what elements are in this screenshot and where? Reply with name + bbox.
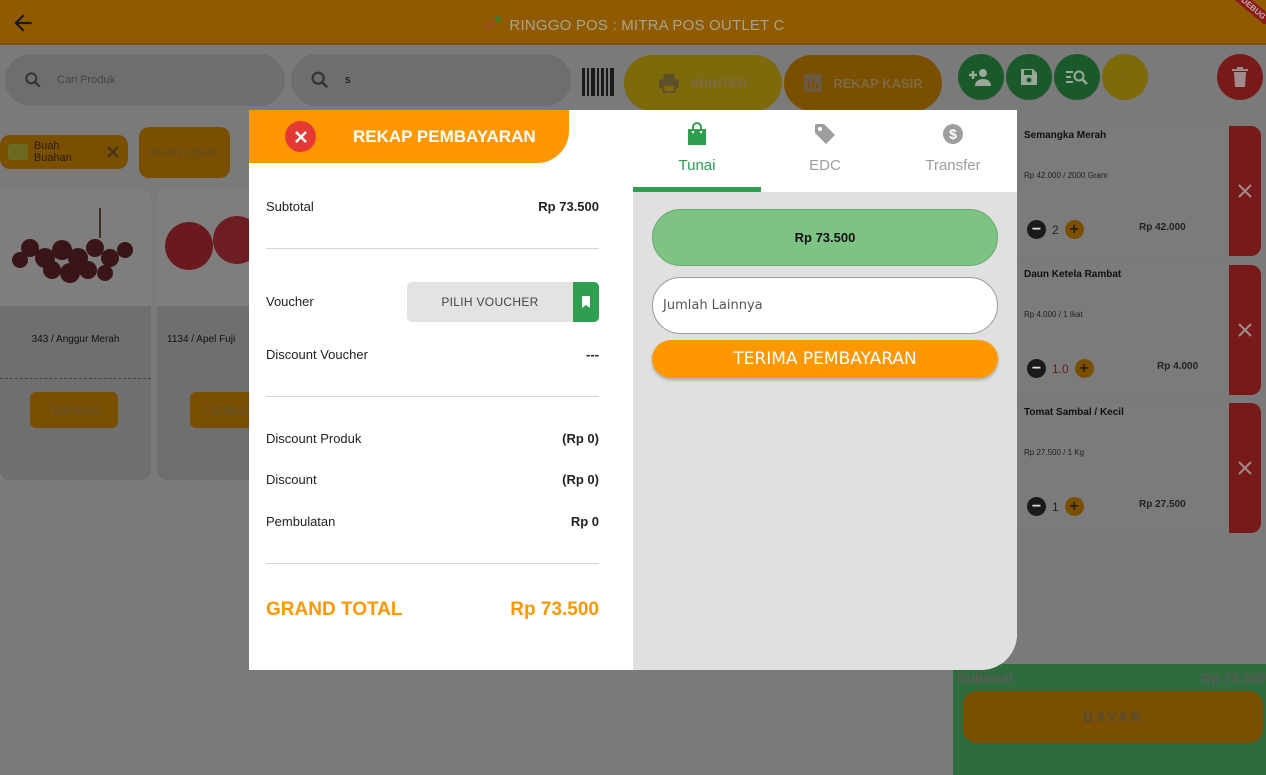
pembulatan-row: Pembulatan Rp 0 bbox=[266, 514, 599, 529]
grapes-image bbox=[12, 208, 133, 283]
category-chip-buah-lokal[interactable]: BUAH LOKAL bbox=[139, 127, 230, 178]
app-bar: RINGGO POS : MITRA POS OUTLET C DEBUG bbox=[0, 0, 1266, 45]
dialog-title: REKAP PEMBAYARAN bbox=[353, 127, 536, 146]
divider bbox=[266, 563, 599, 564]
search-transaction-button[interactable] bbox=[1054, 54, 1100, 100]
add-customer-button[interactable] bbox=[958, 54, 1004, 100]
product-card[interactable]: 343 / Anggur Merah Tambah bbox=[0, 188, 151, 480]
bookmark-icon bbox=[582, 296, 590, 308]
tag-icon bbox=[815, 124, 835, 144]
product-label: 1134 / Apel Fuji bbox=[167, 334, 236, 345]
product-label: 343 / Anggur Merah bbox=[31, 334, 120, 345]
close-icon bbox=[1238, 461, 1252, 475]
cart-summary: Subtotal Rp 73.500 BAYAR bbox=[953, 664, 1266, 775]
increase-qty-button[interactable]: + bbox=[1064, 497, 1084, 516]
divider bbox=[266, 248, 599, 249]
rekap-kasir-button[interactable]: REKAP KASIR bbox=[784, 55, 942, 111]
cart-item-qty: 1 bbox=[1052, 499, 1059, 514]
search-icon bbox=[25, 72, 41, 88]
discount-produk-row: Discount Produk (Rp 0) bbox=[266, 431, 599, 446]
decrease-qty-button[interactable]: − bbox=[1027, 497, 1046, 516]
active-tab-indicator bbox=[633, 187, 761, 192]
subtotal-row: Subtotal Rp 73.500 bbox=[266, 199, 599, 214]
add-person-icon bbox=[969, 69, 991, 86]
close-icon bbox=[1238, 323, 1252, 337]
printer-icon bbox=[659, 73, 680, 93]
accept-payment-button[interactable]: TERIMA PEMBAYARAN bbox=[652, 340, 998, 378]
decrease-qty-button[interactable]: − bbox=[1027, 220, 1046, 239]
discount-voucher-row: Discount Voucher --- bbox=[266, 347, 599, 362]
add-product-button[interactable]: Tambah bbox=[30, 392, 118, 428]
trash-icon bbox=[1232, 67, 1248, 87]
find-list-icon bbox=[1066, 70, 1088, 85]
app-title: RINGGO POS : MITRA POS OUTLET C bbox=[509, 16, 785, 34]
dialog-header: REKAP PEMBAYARAN bbox=[249, 110, 569, 163]
close-icon bbox=[294, 130, 307, 143]
divider bbox=[0, 378, 151, 379]
grand-total-row: GRAND TOTAL Rp 73.500 bbox=[266, 599, 599, 620]
category-chip-buah-buahan[interactable]: Buah Buahan bbox=[0, 135, 128, 169]
cart-item: Daun Ketela Rambat Rp 4.000 / 1 Ikat − 1… bbox=[1017, 265, 1261, 395]
increase-qty-button[interactable]: + bbox=[1064, 220, 1084, 239]
barcode-scanner-icon[interactable] bbox=[581, 67, 615, 97]
add-product-button[interactable]: Tamba bbox=[190, 392, 257, 428]
apple-image bbox=[165, 216, 257, 270]
remove-item-button[interactable] bbox=[1229, 403, 1261, 533]
exact-amount-button[interactable]: Rp 73.500 bbox=[652, 209, 998, 266]
select-voucher-button[interactable]: PILIH VOUCHER bbox=[407, 282, 599, 322]
fruit-thumbnail-icon bbox=[8, 144, 28, 160]
voucher-label: Voucher bbox=[266, 294, 314, 309]
decrease-qty-button[interactable]: − bbox=[1027, 359, 1046, 378]
bar-chart-icon bbox=[804, 74, 823, 92]
close-dialog-button[interactable] bbox=[285, 121, 316, 152]
dollar-circle-icon: $ bbox=[943, 124, 963, 144]
debug-banner: DEBUG bbox=[1226, 0, 1266, 24]
search-icon bbox=[311, 71, 329, 89]
payment-method-panel: Rp 73.500 Jumlah Lainnya TERIMA PEMBAYAR… bbox=[633, 110, 1017, 670]
product-search-placeholder: Cari Produk bbox=[57, 74, 116, 86]
product-image bbox=[0, 188, 151, 306]
search-query-value: s bbox=[345, 74, 351, 86]
cart-item: Tomat Sambal / Kecil Rp 27.500 / 1 Kg − … bbox=[1017, 403, 1261, 533]
clear-cart-button[interactable] bbox=[1217, 54, 1263, 100]
printer-button[interactable]: PRINTER bbox=[624, 55, 782, 111]
other-amount-input[interactable]: Jumlah Lainnya bbox=[652, 277, 998, 334]
increase-qty-button[interactable]: + bbox=[1074, 359, 1094, 378]
remove-item-button[interactable] bbox=[1229, 265, 1261, 395]
customer-select-button[interactable]: - bbox=[1102, 54, 1148, 100]
payment-tabs: Tunai EDC $ Transfer bbox=[633, 110, 1017, 192]
cart-item-qty: 2 bbox=[1052, 222, 1059, 237]
product-card[interactable]: 1134 / Apel Fuji Tamba bbox=[157, 188, 257, 480]
tab-tunai[interactable]: Tunai bbox=[633, 110, 761, 192]
payment-summary-dialog: Rp 73.500 Jumlah Lainnya TERIMA PEMBAYAR… bbox=[249, 110, 1017, 670]
cart-item: Semangka Merah Rp 42.000 / 2000 Gram − 2… bbox=[1017, 126, 1261, 256]
close-icon[interactable] bbox=[106, 145, 120, 159]
app-logo-icon bbox=[485, 16, 502, 32]
tab-transfer[interactable]: $ Transfer bbox=[889, 110, 1017, 192]
cart-item-qty: 1.0 bbox=[1052, 361, 1069, 376]
search-query-field[interactable]: s bbox=[291, 54, 571, 106]
save-icon bbox=[1021, 69, 1037, 85]
save-button[interactable] bbox=[1006, 54, 1052, 100]
tab-edc[interactable]: EDC bbox=[761, 110, 889, 192]
pay-button[interactable]: BAYAR bbox=[963, 691, 1263, 743]
divider bbox=[266, 396, 599, 397]
remove-item-button[interactable] bbox=[1229, 126, 1261, 256]
shopping-bag-icon bbox=[688, 122, 706, 145]
close-icon bbox=[1238, 184, 1252, 198]
svg-text:$: $ bbox=[949, 126, 957, 142]
product-search-field[interactable]: Cari Produk bbox=[5, 54, 285, 106]
discount-row: Discount (Rp 0) bbox=[266, 472, 599, 487]
product-image bbox=[157, 188, 257, 306]
